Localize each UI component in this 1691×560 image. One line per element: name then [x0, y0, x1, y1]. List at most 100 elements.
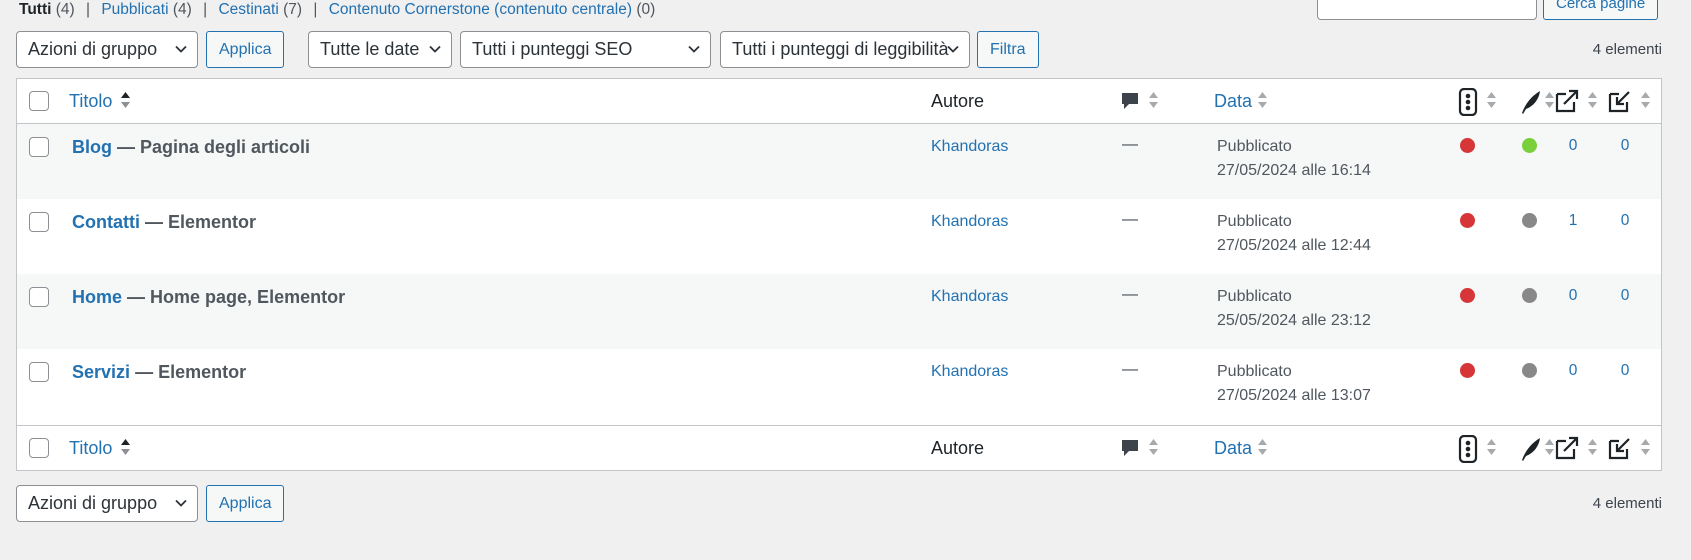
sort-icon[interactable]	[1486, 436, 1497, 458]
publish-date: 27/05/2024 alle 12:44	[1217, 237, 1371, 254]
sort-icon[interactable]	[1148, 89, 1159, 111]
page-title-link[interactable]: Blog	[72, 137, 112, 157]
apply-button[interactable]: Applica	[206, 31, 285, 68]
status-link-pubblicati[interactable]: Pubblicati	[101, 1, 168, 18]
apply-button-bottom[interactable]: Applica	[206, 485, 285, 522]
incoming-links-count[interactable]: 0	[1615, 287, 1635, 305]
bulk-actions-value: Azioni di gruppo	[28, 493, 158, 513]
publish-date: 27/05/2024 alle 16:14	[1217, 162, 1371, 179]
column-title-sort[interactable]: Titolo	[69, 437, 112, 459]
comments-value: —	[1122, 211, 1138, 228]
seo-score-dot	[1460, 288, 1475, 303]
column-date-sort[interactable]: Data	[1214, 437, 1252, 459]
table-row: Servizi — Elementor Khandoras — Pubblica…	[17, 349, 1661, 424]
page-state: — Pagina degli articoli	[117, 137, 311, 157]
page-title-link[interactable]: Servizi	[72, 362, 130, 382]
publish-status: Pubblicato	[1217, 138, 1292, 155]
row-checkbox[interactable]	[29, 362, 49, 382]
table-row: Blog — Pagina degli articoli Khandoras —…	[17, 124, 1661, 199]
page-state: — Home page, Elementor	[127, 287, 346, 307]
status-filter-links: Tutti (4) | Pubblicati (4) | Cestinati (…	[19, 0, 655, 20]
status-count-cestinati: (7)	[283, 1, 303, 18]
row-title: Blog — Pagina degli articoli	[72, 136, 310, 158]
publish-status: Pubblicato	[1217, 288, 1292, 305]
outgoing-links-count[interactable]: 0	[1563, 137, 1583, 155]
seo-score-dot	[1460, 363, 1475, 378]
readability-score-dot	[1522, 213, 1537, 228]
sort-asc-icon[interactable]	[120, 89, 131, 111]
publish-status: Pubblicato	[1217, 213, 1292, 230]
seo-score-filter-select[interactable]: Tutti i punteggi SEO	[460, 31, 711, 68]
seo-score-dot	[1460, 138, 1475, 153]
publish-date: 25/05/2024 alle 23:12	[1217, 312, 1371, 329]
bulk-actions-select[interactable]: Azioni di gruppo	[16, 31, 198, 68]
sort-icon[interactable]	[1640, 89, 1651, 111]
outgoing-links-count[interactable]: 1	[1563, 212, 1583, 230]
table-row: Contatti — Elementor Khandoras — Pubblic…	[17, 199, 1661, 274]
status-link-tutti[interactable]: Tutti	[19, 1, 51, 18]
page-title-link[interactable]: Home	[72, 287, 122, 307]
table-header: Titolo Autore Data	[17, 79, 1661, 124]
chevron-down-icon	[947, 45, 959, 53]
comments-value: —	[1122, 286, 1138, 303]
outgoing-links-count[interactable]: 0	[1563, 287, 1583, 305]
select-all-checkbox[interactable]	[29, 91, 49, 111]
table-footer: Titolo Autore Data	[17, 425, 1661, 470]
sort-icon[interactable]	[1486, 89, 1497, 111]
sort-icon[interactable]	[1587, 436, 1598, 458]
column-author: Autore	[931, 91, 985, 111]
comments-value: —	[1122, 136, 1138, 153]
incoming-links-count[interactable]: 0	[1615, 362, 1635, 380]
date-filter-select[interactable]: Tutte le date	[308, 31, 452, 68]
select-all-checkbox[interactable]	[29, 438, 49, 458]
comments-value: —	[1122, 361, 1138, 378]
page-title-link[interactable]: Contatti	[72, 212, 140, 232]
author-link[interactable]: Khandoras	[931, 363, 1008, 381]
item-count-bottom: 4 elementi	[1592, 495, 1662, 512]
status-count-cornerstone: (0)	[636, 1, 656, 18]
status-link-cornerstone[interactable]: Contenuto Cornerstone (contenuto central…	[329, 1, 632, 18]
status-count-pubblicati: (4)	[172, 1, 192, 18]
incoming-links-count[interactable]: 0	[1615, 212, 1635, 230]
readability-filter-select[interactable]: Tutti i punteggi di leggibilità	[720, 31, 970, 68]
sort-icon[interactable]	[1148, 436, 1159, 458]
row-checkbox[interactable]	[29, 287, 49, 307]
incoming-links-count[interactable]: 0	[1615, 137, 1635, 155]
sort-icon[interactable]	[1257, 89, 1268, 111]
bulk-actions-value: Azioni di gruppo	[28, 39, 158, 59]
sort-icon[interactable]	[1257, 436, 1268, 458]
chevron-down-icon	[429, 45, 441, 53]
search-pages-button[interactable]: Cerca pagine	[1543, 0, 1659, 20]
bulk-actions-select-bottom[interactable]: Azioni di gruppo	[16, 485, 198, 522]
chevron-down-icon	[688, 45, 700, 53]
row-title: Home — Home page, Elementor	[72, 286, 345, 308]
column-title-sort[interactable]: Titolo	[69, 90, 112, 112]
sort-asc-icon[interactable]	[120, 436, 131, 458]
outgoing-links-icon	[1555, 436, 1579, 460]
readability-filter-value: Tutti i punteggi di leggibilità	[732, 39, 949, 59]
author-link[interactable]: Khandoras	[931, 213, 1008, 231]
filter-button[interactable]: Filtra	[977, 31, 1039, 68]
publish-date: 27/05/2024 alle 13:07	[1217, 387, 1371, 404]
sort-icon[interactable]	[1640, 436, 1651, 458]
row-checkbox[interactable]	[29, 137, 49, 157]
chevron-down-icon	[175, 499, 187, 507]
author-link[interactable]: Khandoras	[931, 138, 1008, 156]
table-row: Home — Home page, Elementor Khandoras — …	[17, 274, 1661, 349]
separator: |	[313, 1, 318, 18]
seo-score-filter-value: Tutti i punteggi SEO	[472, 39, 633, 59]
status-link-cestinati[interactable]: Cestinati	[218, 1, 278, 18]
row-checkbox[interactable]	[29, 212, 49, 232]
readability-feather-icon	[1522, 91, 1540, 114]
row-title: Servizi — Elementor	[72, 361, 246, 383]
page-state: — Elementor	[145, 212, 257, 232]
row-title: Contatti — Elementor	[72, 211, 256, 233]
outgoing-links-count[interactable]: 0	[1563, 362, 1583, 380]
readability-feather-icon	[1522, 438, 1540, 461]
page-state: — Elementor	[135, 362, 247, 382]
outgoing-links-icon	[1555, 89, 1579, 113]
author-link[interactable]: Khandoras	[931, 288, 1008, 306]
sort-icon[interactable]	[1587, 89, 1598, 111]
column-date-sort[interactable]: Data	[1214, 90, 1252, 112]
search-input[interactable]	[1317, 0, 1537, 20]
